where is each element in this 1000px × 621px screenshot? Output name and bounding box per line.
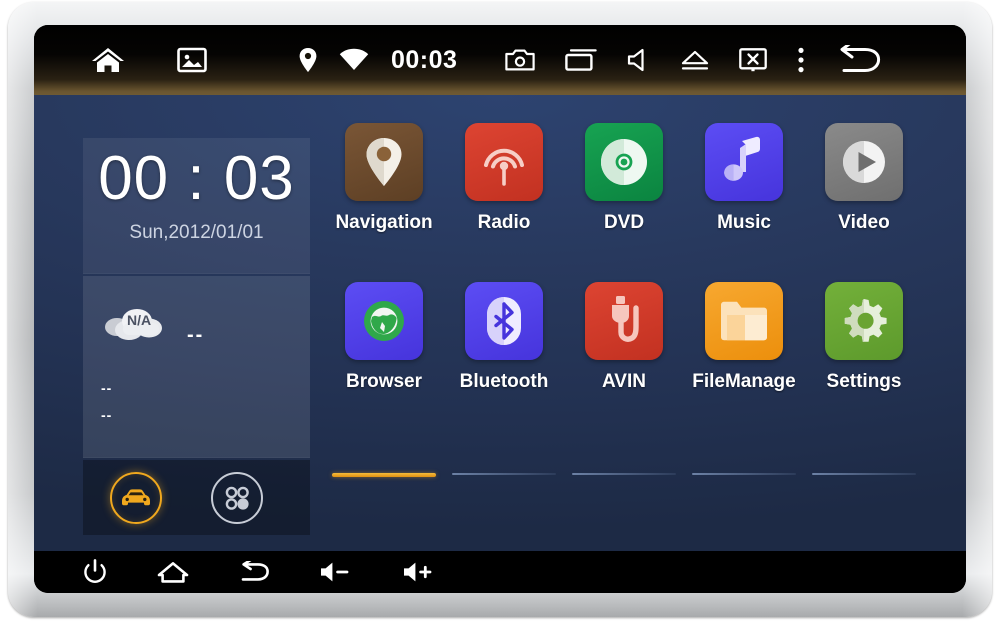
widget-shortcut-bar [83,460,310,535]
music-note-icon [705,123,783,201]
screen-off-icon[interactable] [739,48,768,72]
page-dot-5[interactable] [812,473,916,475]
app-settings[interactable]: Settings [804,282,924,393]
all-apps-button[interactable] [211,471,263,524]
page-dot-4[interactable] [692,473,796,475]
disc-icon [585,123,663,201]
power-button[interactable] [82,559,108,585]
play-circle-icon [825,123,903,201]
app-label: Settings [826,371,902,392]
clock-widget[interactable]: 00 : 03 Sun,2012/01/01 [83,138,310,274]
weather-condition: N/A [127,312,152,328]
app-browser[interactable]: Browser [324,282,444,393]
bluetooth-icon [465,282,543,360]
back-button[interactable] [238,561,270,583]
status-bar-clock: 00:03 [391,45,458,74]
home-icon[interactable] [91,45,125,75]
status-bar-left-group [91,45,207,75]
avin-plug-icon [585,282,663,360]
broadcast-icon [465,123,543,201]
app-label: Browser [345,371,423,392]
app-label: Navigation [335,212,433,233]
clock-widget-time: 00 : 03 [98,144,295,213]
status-bar: 00:03 [34,25,966,95]
eject-icon[interactable] [681,49,709,71]
app-grid: Navigation Radio DVD Music Video Browser… [324,123,924,393]
app-navigation[interactable]: Navigation [324,123,444,234]
weather-detail-line-2: -- [101,407,113,423]
map-pin-icon [345,123,423,201]
app-dvd[interactable]: DVD [564,123,684,234]
status-bar-right-group [505,45,881,75]
folder-icon [705,282,783,360]
app-label: Video [838,212,890,233]
home-button[interactable] [157,560,189,584]
device-bezel: 00:03 00: 03 Sun,2012/01/01 N/A -- -- -… [8,2,992,617]
app-video[interactable]: Video [804,123,924,234]
app-bluetooth[interactable]: Bluetooth [444,282,564,393]
app-label: FileManage [692,371,796,392]
page-indicator [324,473,924,477]
page-dot-2[interactable] [452,473,556,475]
app-label: Radio [477,212,531,233]
widget-column: 00 : 03 Sun,2012/01/01 N/A -- -- -- [83,138,310,535]
weather-temperature: -- [187,324,205,346]
mute-icon[interactable] [627,48,651,72]
car-mode-button[interactable] [110,471,162,524]
app-label: Bluetooth [459,371,549,392]
wifi-icon [339,48,369,72]
recents-icon[interactable] [565,49,598,71]
app-filemanager[interactable]: FileManage [684,282,804,393]
weather-widget[interactable]: N/A -- -- -- [83,276,310,458]
screen: 00:03 00: 03 Sun,2012/01/01 N/A -- -- -… [34,25,966,593]
gear-icon [825,282,903,360]
home-desktop: 00 : 03 Sun,2012/01/01 N/A -- -- -- Navi… [34,95,966,551]
globe-icon [345,282,423,360]
weather-detail-line-1: -- [101,380,113,396]
status-bar-mid-group [299,47,369,73]
volume-up-button[interactable] [402,561,436,583]
app-label: DVD [603,212,645,233]
volume-down-button[interactable] [319,561,353,583]
app-music[interactable]: Music [684,123,804,234]
page-dot-3[interactable] [572,473,676,475]
back-icon[interactable] [835,45,881,75]
location-icon [299,47,317,73]
clock-widget-date: Sun,2012/01/01 [129,222,264,243]
navigation-bar-buttons [82,559,436,585]
app-radio[interactable]: Radio [444,123,564,234]
app-label: Music [717,212,771,233]
navigation-bar [34,551,966,593]
gallery-icon[interactable] [177,47,207,73]
overflow-menu-icon[interactable] [797,47,805,73]
app-avin[interactable]: AVIN [564,282,684,393]
app-label: AVIN [602,371,646,392]
screenshot-icon[interactable] [505,49,536,71]
page-dot-1[interactable] [332,473,436,477]
